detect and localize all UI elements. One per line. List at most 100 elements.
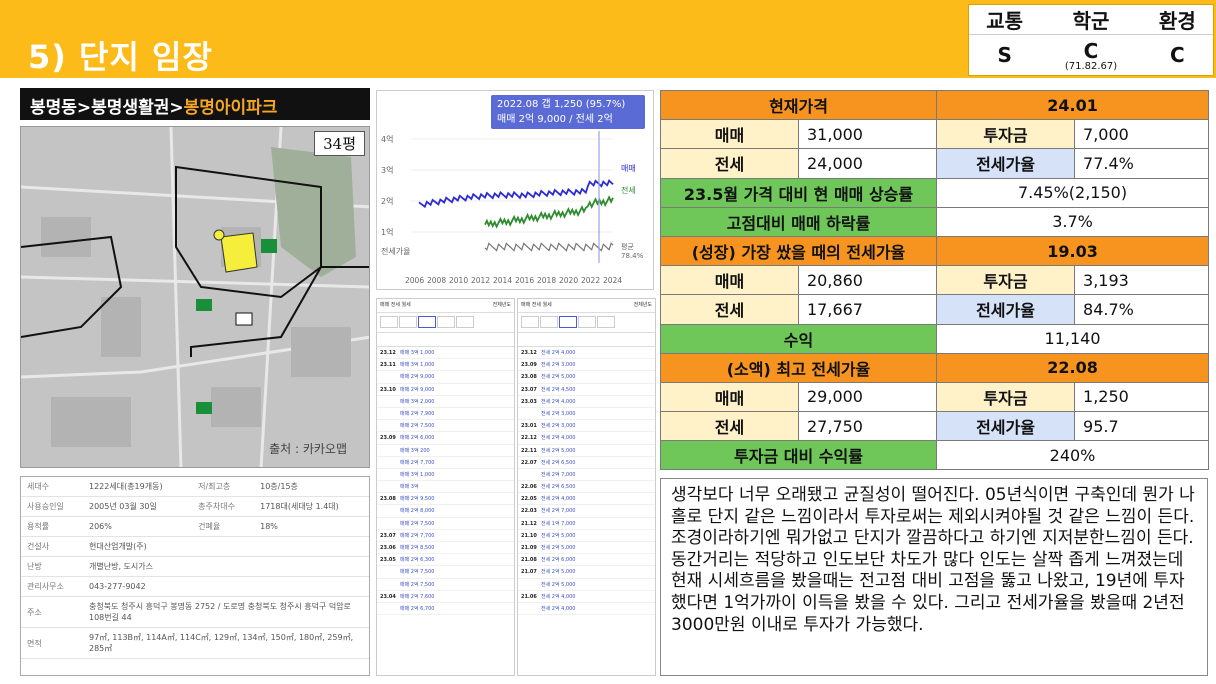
tx-row[interactable]: 23.08 전세 2억 5,000 bbox=[518, 371, 655, 384]
tx-row[interactable]: 23.04 매매 2억 7,600 bbox=[377, 591, 514, 603]
tx-row[interactable]: 23.07 매매 2억 7,700 bbox=[377, 530, 514, 542]
tx-row[interactable]: 매매 2억 7,500 bbox=[377, 518, 514, 530]
area-chip[interactable] bbox=[380, 316, 398, 328]
current-ratio-value: 77.4% bbox=[1074, 148, 1210, 179]
jeonse-transaction-list[interactable]: 매매 전세 월세 전체년도 23.12 전세 2억 4,000 23.09 전세 2억 … bbox=[517, 298, 656, 676]
tx-price: 전세 2억 3,000 bbox=[541, 362, 576, 369]
tx-row[interactable]: 21.09 전세 2억 5,000 bbox=[518, 542, 655, 555]
area-chip[interactable] bbox=[540, 316, 558, 328]
tx-row[interactable]: 23.10 매매 2억 9,000 bbox=[377, 384, 514, 396]
tx-row[interactable]: 22.11 전세 2억 5,000 bbox=[518, 445, 655, 457]
tx-row[interactable]: 23.07 전세 2억 4,500 bbox=[518, 384, 655, 396]
jeonse-price-line bbox=[484, 195, 614, 229]
roi-value: 240% bbox=[936, 440, 1210, 471]
tx-row[interactable]: 23.08 매매 2억 9,500 bbox=[377, 493, 514, 506]
x-tick-label: 2012 bbox=[471, 276, 490, 285]
tx-row[interactable]: 22.05 전세 2억 4,000 bbox=[518, 493, 655, 506]
tx-price: 매매 3억 1,000 bbox=[400, 362, 435, 369]
tx-row[interactable]: 매매 2억 7,700 bbox=[377, 457, 514, 469]
tx-area-filters[interactable] bbox=[518, 313, 655, 333]
complex-map[interactable]: 34평 출처 : 카카오맵 bbox=[20, 126, 370, 468]
tx-row[interactable]: 23.06 매매 2억 8,500 bbox=[377, 542, 514, 555]
tx-row[interactable]: 23.11 매매 3억 1,000 bbox=[377, 359, 514, 372]
area-chip[interactable] bbox=[578, 316, 596, 328]
tx-row[interactable]: 22.06 전세 2억 6,500 bbox=[518, 481, 655, 494]
tx-price: 매매 2억 9,500 bbox=[400, 496, 435, 503]
tx-row[interactable]: 22.12 전세 2억 4,000 bbox=[518, 432, 655, 445]
area-chip[interactable] bbox=[456, 316, 474, 328]
info-row: 사용승인일 2005년 03월 30일 총주차대수 1718대(세대당 1.4대) bbox=[21, 496, 369, 517]
info-value: 18% bbox=[254, 516, 369, 537]
tx-row[interactable]: 21.08 전세 2억 6,000 bbox=[518, 554, 655, 567]
tx-tab-labels[interactable]: 매매 전세 월세 bbox=[380, 302, 411, 308]
area-chip[interactable] bbox=[399, 316, 417, 328]
tx-row[interactable]: 매매 2억 8,000 bbox=[377, 505, 514, 518]
tx-tabs[interactable]: 매매 전세 월세 전체년도 bbox=[377, 299, 514, 313]
info-key: 난방 bbox=[21, 556, 83, 577]
tx-row[interactable]: 21.10 전세 2억 5,000 bbox=[518, 530, 655, 542]
tx-price: 전세 2억 6,500 bbox=[541, 459, 576, 466]
tx-year-filter[interactable]: 전체년도 bbox=[634, 301, 652, 308]
tx-area-filters[interactable] bbox=[377, 313, 514, 333]
tx-tabs[interactable]: 매매 전세 월세 전체년도 bbox=[518, 299, 655, 313]
school-marker bbox=[196, 402, 212, 414]
tx-date: 23.09 bbox=[380, 435, 396, 442]
tx-row[interactable]: 매매 2억 6,700 bbox=[377, 603, 514, 616]
tooltip-line-2: 매매 2억 9,000 / 전세 2억 7,750 bbox=[497, 114, 613, 140]
area-chip[interactable] bbox=[437, 316, 455, 328]
tx-price: 전세 2억 5,000 bbox=[541, 532, 576, 539]
tx-row[interactable]: 매매 2억 9,000 bbox=[377, 371, 514, 384]
price-chart[interactable]: 4억 3억 2억 1억 전세가율 2006 2008 2010 2012 2014 2016 2018… bbox=[376, 90, 654, 290]
tx-date: 23.12 bbox=[380, 350, 396, 356]
jeonse-ratio-line bbox=[484, 242, 614, 252]
tx-row[interactable]: 21.07 전세 2억 5,000 bbox=[518, 566, 655, 579]
tx-row[interactable]: 23.09 매매 2억 6,000 bbox=[377, 432, 514, 445]
tx-row[interactable]: 22.03 전세 2억 7,000 bbox=[518, 505, 655, 518]
tx-row[interactable]: 21.12 전세 1억 7,000 bbox=[518, 518, 655, 530]
tx-row[interactable]: 매매 3억 2,000 bbox=[377, 396, 514, 408]
tx-row[interactable]: 매매 3억 200 bbox=[377, 445, 514, 457]
area-chip[interactable] bbox=[597, 316, 615, 328]
breadcrumb-complex: 봉명아이파크 bbox=[183, 98, 278, 118]
current-price-label: 현재가격 bbox=[659, 89, 938, 121]
tx-row[interactable]: 매매 3억 1,000 bbox=[377, 469, 514, 482]
tx-price: 전세 2억 4,000 bbox=[541, 605, 576, 612]
info-key: 저/최고층 bbox=[192, 477, 255, 497]
growth-sale-value: 20,860 bbox=[797, 265, 938, 296]
tx-row[interactable]: 매매 3억 bbox=[377, 481, 514, 494]
tx-row[interactable]: 23.12 매매 3억 1,000 bbox=[377, 347, 514, 360]
tx-row[interactable]: 매매 2억 7,500 bbox=[377, 579, 514, 591]
info-key: 건설사 bbox=[21, 536, 83, 557]
tx-row[interactable]: 23.03 전세 2억 4,000 bbox=[518, 396, 655, 408]
tx-row[interactable]: 23.05 매매 2억 6,300 bbox=[377, 554, 514, 567]
tx-row[interactable]: 23.01 전세 2억 3,000 bbox=[518, 420, 655, 433]
sale-transaction-list[interactable]: 매매 전세 월세 전체년도 23.12 매매 3억 1,000 23.11 매매 3억 … bbox=[376, 298, 515, 676]
legend-ratio-title: 평균 bbox=[621, 242, 634, 251]
tx-tab-labels[interactable]: 매매 전세 월세 bbox=[521, 302, 552, 308]
tx-date: 23.07 bbox=[380, 532, 396, 539]
area-chip[interactable] bbox=[521, 316, 539, 328]
tx-date: 23.12 bbox=[521, 350, 537, 356]
area-chip-selected[interactable] bbox=[559, 316, 577, 328]
tx-row[interactable]: 전세 2억 5,000 bbox=[518, 579, 655, 591]
school-marker bbox=[261, 239, 277, 253]
tx-year-filter[interactable]: 전체년도 bbox=[493, 301, 511, 308]
tx-row[interactable]: 21.06 전세 2억 4,000 bbox=[518, 591, 655, 603]
tx-price: 매매 3억 200 bbox=[400, 447, 430, 454]
tx-price: 전세 2억 6,000 bbox=[541, 557, 576, 564]
tx-row[interactable]: 전세 2억 3,000 bbox=[518, 408, 655, 421]
tx-row[interactable]: 22.07 전세 2억 6,500 bbox=[518, 457, 655, 469]
info-value: 97㎡, 113B㎡, 114A㎡, 114C㎡, 129㎡, 134㎡, 15… bbox=[83, 627, 369, 659]
tx-row[interactable]: 매매 2억 7,900 bbox=[377, 408, 514, 421]
area-chip-selected[interactable] bbox=[418, 316, 436, 328]
tx-row[interactable]: 23.12 전세 2억 4,000 bbox=[518, 347, 655, 360]
info-value: 1222세대(총19개동) bbox=[83, 477, 193, 497]
tx-row[interactable]: 매매 2억 7,500 bbox=[377, 566, 514, 579]
tx-row[interactable]: 매매 2억 7,500 bbox=[377, 420, 514, 433]
tx-row[interactable]: 23.09 전세 2억 3,000 bbox=[518, 359, 655, 372]
y-tick-label: 전세가율 bbox=[381, 246, 410, 256]
tx-row[interactable]: 전세 2억 4,000 bbox=[518, 603, 655, 616]
profit-label: 수익 bbox=[659, 323, 938, 354]
tx-price: 매매 2억 8,000 bbox=[400, 508, 435, 515]
tx-row[interactable]: 전세 2억 7,000 bbox=[518, 469, 655, 482]
